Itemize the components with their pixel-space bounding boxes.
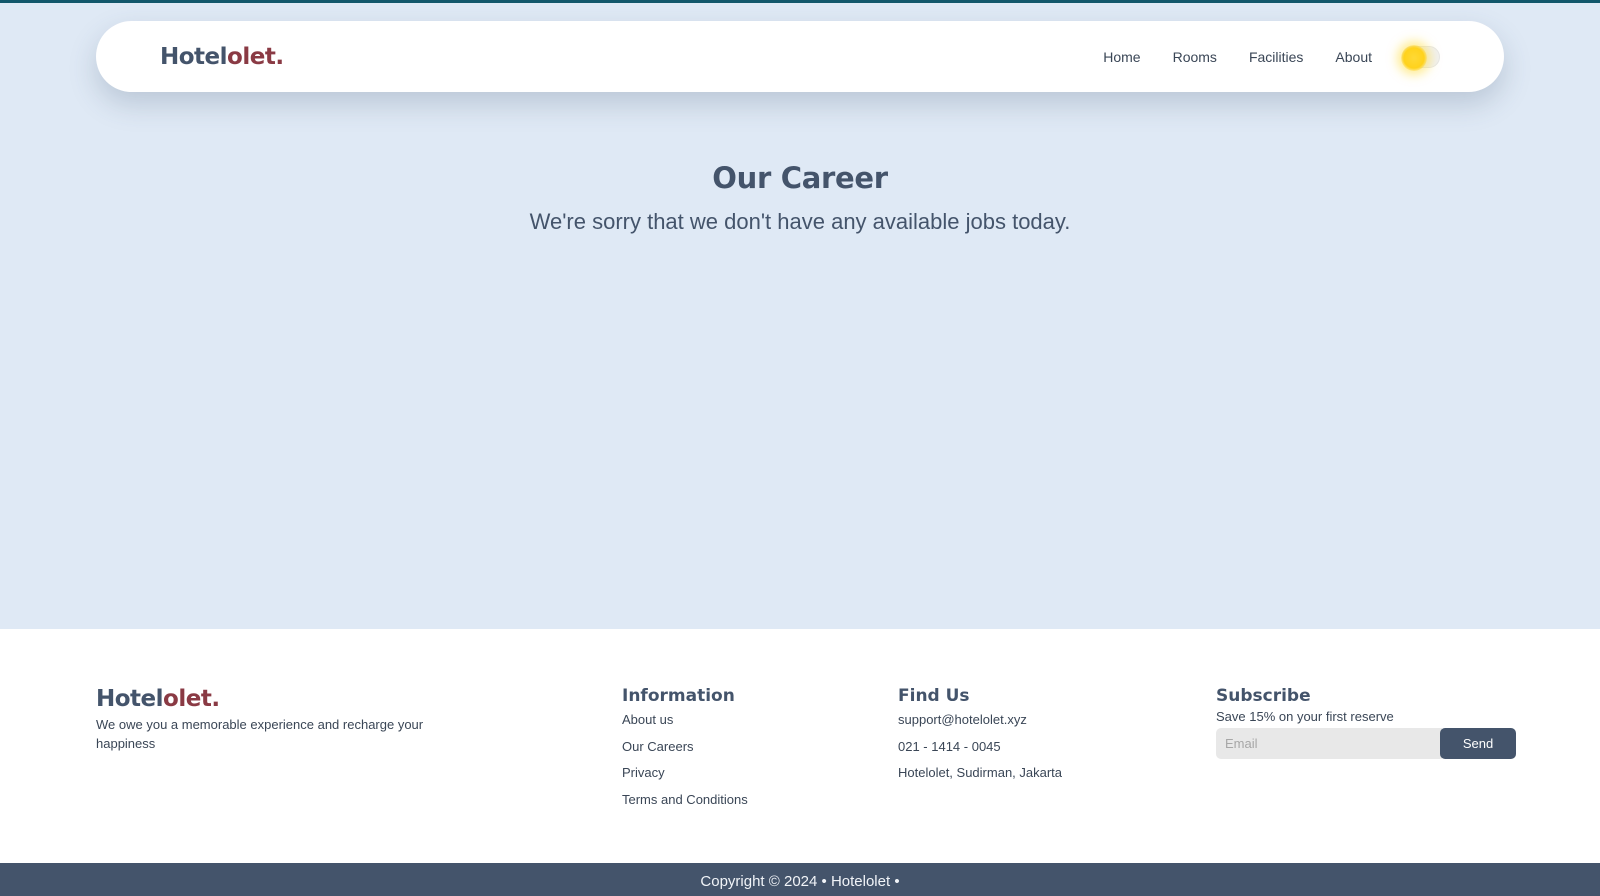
footer: Hotelolet. We owe you a memorable experi… bbox=[0, 629, 1600, 863]
footer-subscribe: Subscribe Save 15% on your first reserve… bbox=[1216, 685, 1516, 759]
send-button[interactable]: Send bbox=[1440, 728, 1516, 759]
brand-logo[interactable]: Hotelolet. bbox=[160, 44, 284, 70]
contact-address: Hotelolet, Sudirman, Jakarta bbox=[898, 765, 1063, 780]
find-us-heading: Find Us bbox=[898, 686, 970, 706]
navbar: Hotelolet. Home Rooms Facilities About bbox=[96, 21, 1504, 92]
footer-brand: Hotelolet. We owe you a memorable experi… bbox=[96, 685, 456, 753]
subscribe-heading: Subscribe bbox=[1216, 686, 1311, 706]
footer-information: Information About us Our Careers Privacy… bbox=[622, 685, 748, 813]
email-input[interactable] bbox=[1216, 728, 1442, 759]
information-heading: Information bbox=[622, 686, 735, 706]
theme-toggle[interactable] bbox=[1401, 44, 1440, 71]
brand-logo-part1: Hotel bbox=[160, 43, 228, 70]
nav-links: Home Rooms Facilities About bbox=[1103, 44, 1440, 71]
copyright-bar: Copyright © 2024 • Hotelolet • bbox=[0, 863, 1600, 896]
footer-link-privacy[interactable]: Privacy bbox=[622, 760, 748, 787]
footer-logo[interactable]: Hotelolet. bbox=[96, 685, 456, 713]
career-section: Our Career We're sorry that we don't hav… bbox=[0, 161, 1600, 235]
footer-tagline: We owe you a memorable experience and re… bbox=[96, 717, 424, 751]
footer-link-terms[interactable]: Terms and Conditions bbox=[622, 787, 748, 814]
nav-link-facilities[interactable]: Facilities bbox=[1249, 49, 1303, 65]
contact-email: support@hotelolet.xyz bbox=[898, 712, 1027, 727]
footer-logo-part2: olet bbox=[163, 686, 212, 712]
nav-link-home[interactable]: Home bbox=[1103, 49, 1140, 65]
subscribe-text: Save 15% on your first reserve bbox=[1216, 709, 1394, 724]
footer-link-our-careers[interactable]: Our Careers bbox=[622, 734, 748, 761]
nav-link-rooms[interactable]: Rooms bbox=[1173, 49, 1217, 65]
nav-link-about[interactable]: About bbox=[1335, 49, 1372, 65]
subscribe-form: Send bbox=[1216, 728, 1516, 759]
contact-phone: 021 - 1414 - 0045 bbox=[898, 738, 1001, 754]
footer-link-about-us[interactable]: About us bbox=[622, 707, 748, 734]
brand-logo-part2: olet bbox=[227, 43, 276, 70]
no-jobs-message: We're sorry that we don't have any avail… bbox=[529, 209, 1071, 234]
footer-find-us: Find Us support@hotelolet.xyz 021 - 1414… bbox=[898, 685, 1062, 787]
brand-logo-dot: . bbox=[275, 43, 284, 70]
footer-logo-dot: . bbox=[211, 686, 220, 712]
footer-logo-part1: Hotel bbox=[96, 686, 164, 712]
sun-icon bbox=[1401, 44, 1427, 71]
page-title: Our Career bbox=[712, 161, 888, 195]
